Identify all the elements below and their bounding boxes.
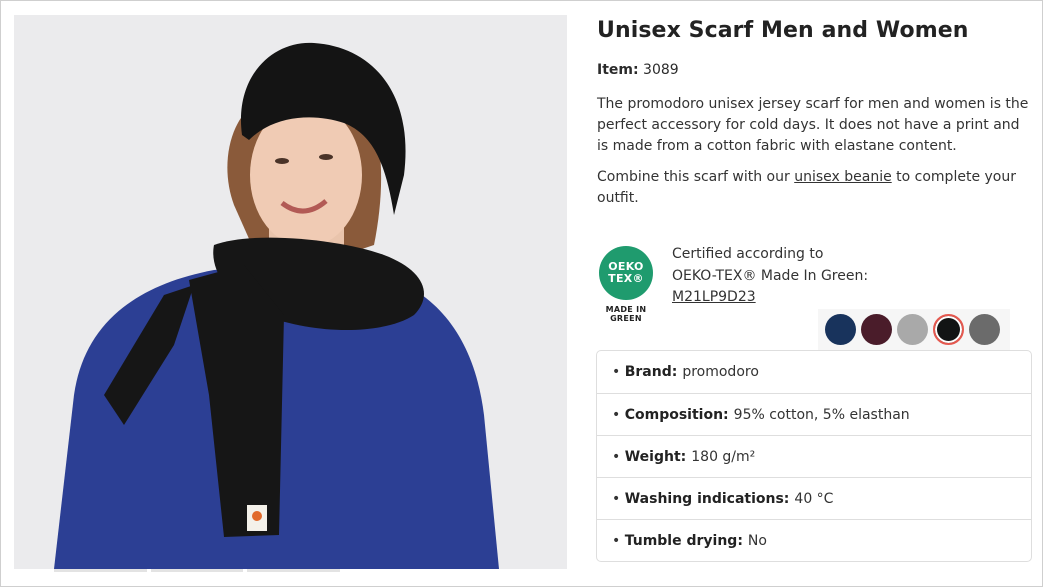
product-image[interactable]: [14, 15, 567, 569]
item-number: 3089: [643, 62, 679, 78]
model-illustration: [14, 15, 567, 569]
item-number-row: Item: 3089: [597, 60, 1037, 80]
property-row-composition: • Composition: 95% cotton, 5% elasthan: [597, 393, 1031, 435]
thumbnail-strip: [54, 569, 341, 572]
cert-line1: Certified according to: [672, 246, 824, 262]
property-label: Brand:: [624, 364, 678, 380]
cert-line2: OEKO-TEX® Made In Green:: [672, 267, 869, 284]
property-row-brand: • Brand: promodoro: [612, 364, 759, 380]
badge-line2: TEX®: [608, 272, 644, 285]
unisex-beanie-link[interactable]: unisex beanie: [794, 169, 892, 185]
property-label: Tumble drying:: [624, 532, 743, 549]
thumbnail-indicator[interactable]: [54, 569, 147, 572]
color-swatch-heather-grey[interactable]: [897, 314, 928, 345]
property-label: Weight:: [624, 448, 687, 465]
product-info: Unisex Scarf Men and Women Item: 3089 Th…: [597, 16, 1037, 209]
color-swatch-graphite[interactable]: [969, 314, 1000, 345]
property-label: Washing indications:: [624, 490, 790, 507]
thumbnail-indicator[interactable]: [150, 569, 244, 572]
color-swatches: [818, 309, 1010, 350]
color-swatch-navy[interactable]: [825, 314, 856, 345]
thumbnail-indicator[interactable]: [247, 569, 341, 572]
certification-code-link[interactable]: M21LP9D23: [672, 289, 756, 305]
badge-sub1: MADE IN: [605, 305, 647, 314]
oeko-tex-badge-icon: OEKO TEX®: [599, 246, 653, 300]
property-row-weight: • Weight: 180 g/m²: [597, 435, 1031, 477]
property-value: promodoro: [682, 364, 759, 380]
product-properties: • Brand: promodoro • Composition: 95% cott…: [596, 350, 1032, 562]
badge-subtitle: MADE IN GREEN: [597, 305, 655, 323]
color-swatch-black[interactable]: [933, 314, 964, 345]
property-row-tumble-drying: • Tumble drying: No: [597, 519, 1031, 561]
product-description: The promodoro unisex jersey scarf for me…: [597, 96, 1029, 154]
property-row-washing: • Washing indications: 40 °C: [597, 477, 1031, 519]
property-value: No: [747, 532, 767, 549]
product-title: Unisex Scarf Men and Women: [597, 18, 969, 43]
color-swatch-burgundy[interactable]: [861, 314, 892, 345]
property-value: 40 °C: [794, 490, 834, 507]
property-label: Composition:: [624, 406, 729, 423]
property-value: 180 g/m²: [691, 448, 756, 465]
oeko-tex-logo: OEKO TEX® MADE IN GREEN: [597, 246, 655, 328]
certification-text: Certified according to OEKO-TEX® Made In…: [672, 244, 868, 309]
combine-text: Combine this scarf with our unisex beani…: [597, 167, 1032, 209]
property-value: 95% cotton, 5% elasthan: [733, 406, 910, 423]
item-label: Item:: [597, 62, 639, 78]
badge-sub2: GREEN: [610, 314, 642, 323]
combine-prefix: Combine this scarf with our: [597, 169, 790, 185]
